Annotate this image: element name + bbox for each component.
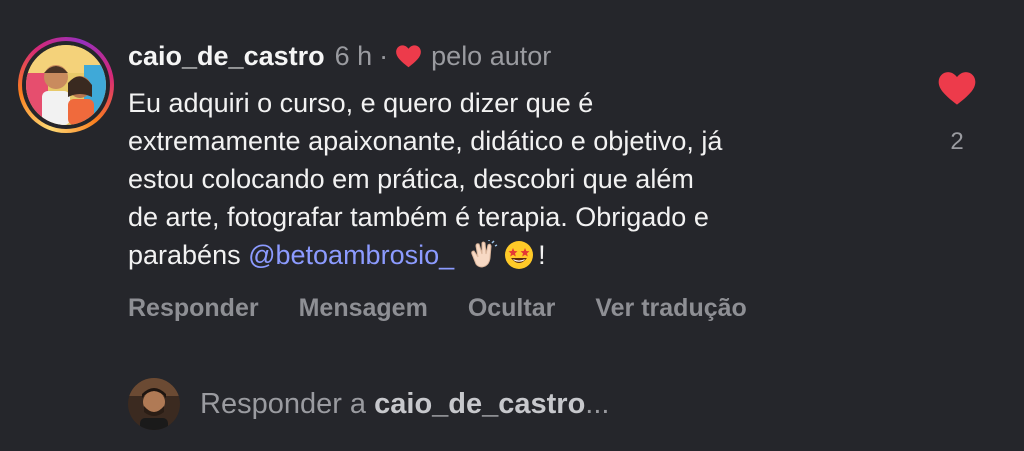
like-button[interactable] [937, 70, 977, 106]
current-user-avatar [128, 378, 180, 430]
like-count[interactable]: 2 [937, 128, 977, 156]
reply-button[interactable]: Responder [128, 294, 259, 323]
comment-time: 6 h [334, 40, 373, 71]
heart-icon [938, 72, 976, 105]
reply-input[interactable]: Responder a caio_de_castro... [128, 378, 609, 430]
star-struck-emoji [504, 240, 534, 270]
comment-thread: caio_de_castro 6 h · pelo autor Eu adqui… [0, 0, 1024, 451]
reply-ellipsis: ... [585, 387, 610, 420]
comment-line-suffix: ! [538, 240, 546, 270]
commenter-avatar[interactable] [18, 37, 114, 133]
meta-separator: · [379, 40, 389, 71]
comment-line: de arte, fotografar também é terapia. Ob… [128, 202, 709, 232]
comment-line: estou colocando em prática, descobri que… [128, 164, 694, 194]
reply-prefix: Responder a [200, 387, 375, 420]
message-button[interactable]: Mensagem [299, 294, 428, 323]
comment-line-prefix: parabéns [128, 240, 249, 270]
mention-link[interactable]: @betoambrosio_ [248, 240, 454, 270]
comment-last-line: parabéns @betoambrosio_ ! [128, 236, 918, 274]
hide-button[interactable]: Ocultar [468, 294, 556, 323]
comment-actions: Responder Mensagem Ocultar Ver tradução [128, 294, 747, 323]
see-translation-button[interactable]: Ver tradução [595, 294, 746, 323]
commenter-avatar-photo [26, 45, 106, 125]
liked-by-author-label: pelo autor [431, 40, 552, 71]
heart-icon [395, 44, 422, 68]
reply-username: caio_de_castro [374, 387, 586, 420]
comment-text: Eu adquiri o curso, e quero dizer que é … [128, 84, 918, 274]
clapping-hands-emoji [468, 240, 498, 270]
comment-line: Eu adquiri o curso, e quero dizer que é [128, 88, 594, 118]
comment-line: extremamente apaixonante, didático e obj… [128, 126, 723, 156]
comment-header: caio_de_castro 6 h · pelo autor [128, 38, 551, 74]
reply-placeholder[interactable]: Responder a caio_de_castro... [200, 388, 609, 421]
commenter-username[interactable]: caio_de_castro [128, 41, 325, 72]
